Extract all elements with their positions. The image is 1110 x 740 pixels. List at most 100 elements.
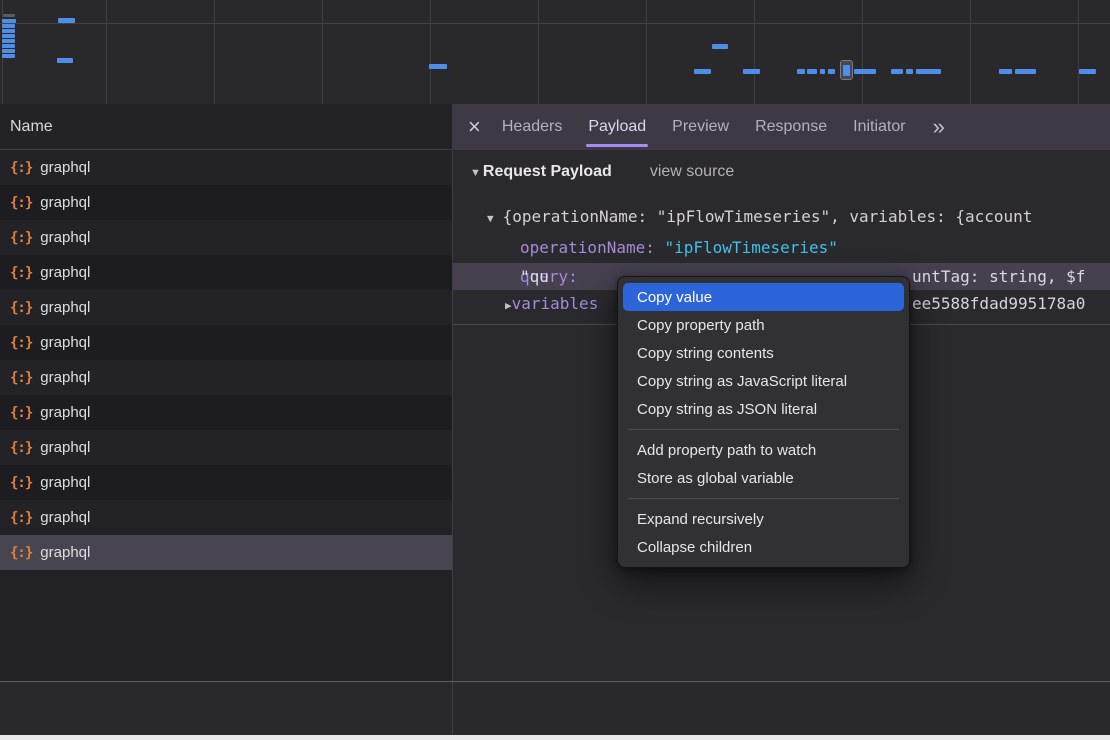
- close-icon[interactable]: ×: [468, 116, 481, 138]
- operation-name-row[interactable]: operationName: "ipFlowTimeseries": [520, 238, 838, 257]
- request-list-empty-area: [0, 570, 452, 681]
- json-braces-icon: {:}: [10, 300, 32, 316]
- name-column-header[interactable]: Name: [0, 104, 452, 150]
- request-row[interactable]: {:} graphql: [0, 360, 452, 395]
- request-name: graphql: [40, 159, 90, 176]
- context-menu: Copy valueCopy property pathCopy string …: [617, 276, 910, 568]
- property-value-left: "qu: [520, 263, 549, 290]
- tab-preview[interactable]: Preview: [659, 104, 742, 150]
- collapse-triangle-icon[interactable]: ▼: [470, 167, 481, 179]
- overview-gridline: [106, 0, 107, 104]
- request-row[interactable]: {:} graphql: [0, 150, 452, 185]
- json-braces-icon: {:}: [10, 405, 32, 421]
- selected-request-marker-bar: [843, 65, 850, 76]
- network-request-bar: [2, 44, 15, 48]
- expand-triangle-icon[interactable]: ▼: [487, 212, 494, 225]
- network-request-bar: [820, 69, 825, 74]
- payload-root-row[interactable]: ▼{operationName: "ipFlowTimeseries", var…: [487, 207, 1110, 226]
- json-braces-icon: {:}: [10, 440, 32, 456]
- request-name: graphql: [40, 194, 90, 211]
- request-name: graphql: [40, 474, 90, 491]
- overview-gridline: [970, 0, 971, 104]
- request-row[interactable]: {:} graphql: [0, 465, 452, 500]
- request-name: graphql: [40, 299, 90, 316]
- network-request-bar: [2, 24, 15, 28]
- network-request-bar: [429, 64, 447, 69]
- tab-initiator[interactable]: Initiator: [840, 104, 918, 150]
- overview-gridline: [754, 0, 755, 104]
- network-request-bar: [2, 39, 15, 43]
- overview-gridline: [862, 0, 863, 104]
- menu-item-collapse-children[interactable]: Collapse children: [623, 533, 904, 561]
- json-braces-icon: {:}: [10, 265, 32, 281]
- menu-item-copy-value[interactable]: Copy value: [623, 283, 904, 311]
- network-request-bar: [1015, 69, 1036, 74]
- tab-response[interactable]: Response: [742, 104, 840, 150]
- request-row[interactable]: {:} graphql: [0, 255, 452, 290]
- request-row[interactable]: {:}graphql: [0, 535, 452, 570]
- view-source-link[interactable]: view source: [650, 163, 734, 181]
- selected-request-marker[interactable]: [840, 60, 853, 80]
- property-key: variables: [512, 294, 599, 313]
- network-request-bar: [797, 69, 805, 74]
- network-request-bar: [694, 69, 711, 74]
- json-braces-icon: {:}: [10, 545, 32, 561]
- property-value-right: ee5588fdad995178a0: [912, 294, 1085, 313]
- panel-split-divider[interactable]: [452, 150, 453, 735]
- property-key: operationName:: [520, 238, 655, 257]
- network-request-bar: [891, 69, 903, 74]
- json-braces-icon: {:}: [10, 510, 32, 526]
- request-name: graphql: [40, 369, 90, 386]
- menu-item-copy-string-as-javascript-literal[interactable]: Copy string as JavaScript literal: [623, 367, 904, 395]
- network-request-bar: [3, 14, 15, 17]
- request-row[interactable]: {:} graphql: [0, 220, 452, 255]
- overview-gridline: [430, 0, 431, 104]
- property-value-right: untTag: string, $f: [912, 263, 1085, 290]
- json-braces-icon: {:}: [10, 475, 32, 491]
- network-request-bar: [906, 69, 913, 74]
- tab-headers[interactable]: Headers: [489, 104, 575, 150]
- request-name: graphql: [40, 509, 90, 526]
- network-request-bar: [2, 34, 15, 38]
- request-payload-section-header[interactable]: ▼ Request Payload view source: [470, 163, 734, 181]
- json-braces-icon: {:}: [10, 335, 32, 351]
- network-request-bar: [2, 29, 15, 33]
- network-request-bar: [712, 44, 728, 49]
- menu-item-expand-recursively[interactable]: Expand recursively: [623, 505, 904, 533]
- overview-gridline-horizontal: [0, 23, 1110, 24]
- request-name: graphql: [40, 334, 90, 351]
- menu-item-store-as-global-variable[interactable]: Store as global variable: [623, 464, 904, 492]
- json-braces-icon: {:}: [10, 370, 32, 386]
- network-request-bar: [2, 54, 15, 58]
- request-name: graphql: [40, 404, 90, 421]
- network-overview[interactable]: [0, 0, 1110, 105]
- overview-gridline: [214, 0, 215, 104]
- menu-item-copy-string-as-json-literal[interactable]: Copy string as JSON literal: [623, 395, 904, 423]
- network-request-bar: [916, 69, 941, 74]
- tab-payload[interactable]: Payload: [575, 104, 659, 150]
- more-tabs-icon[interactable]: »: [933, 116, 945, 138]
- request-row[interactable]: {:} graphql: [0, 325, 452, 360]
- overview-gridline: [322, 0, 323, 104]
- network-request-bar: [2, 49, 15, 53]
- request-name: graphql: [40, 229, 90, 246]
- request-row[interactable]: {:} graphql: [0, 290, 452, 325]
- request-row[interactable]: {:} graphql: [0, 395, 452, 430]
- menu-item-add-property-path-to-watch[interactable]: Add property path to watch: [623, 436, 904, 464]
- menu-item-copy-property-path[interactable]: Copy property path: [623, 311, 904, 339]
- network-request-bar: [58, 18, 75, 23]
- property-value: "ipFlowTimeseries": [665, 238, 838, 257]
- request-row[interactable]: {:}graphql: [0, 185, 452, 220]
- details-tabbar: × HeadersPayloadPreviewResponseInitiator…: [452, 104, 1110, 150]
- name-column-label: Name: [10, 118, 53, 136]
- expand-triangle-icon[interactable]: ▶: [505, 299, 512, 312]
- request-row[interactable]: {:}graphql: [0, 430, 452, 465]
- request-name: graphql: [40, 264, 90, 281]
- menu-item-copy-string-contents[interactable]: Copy string contents: [623, 339, 904, 367]
- request-row[interactable]: {:} graphql: [0, 500, 452, 535]
- footer-divider: [0, 681, 1110, 682]
- json-braces-icon: {:}: [10, 160, 32, 176]
- overview-gridline: [1078, 0, 1079, 104]
- status-footer: [0, 682, 1110, 735]
- json-braces-icon: {:}: [10, 230, 32, 246]
